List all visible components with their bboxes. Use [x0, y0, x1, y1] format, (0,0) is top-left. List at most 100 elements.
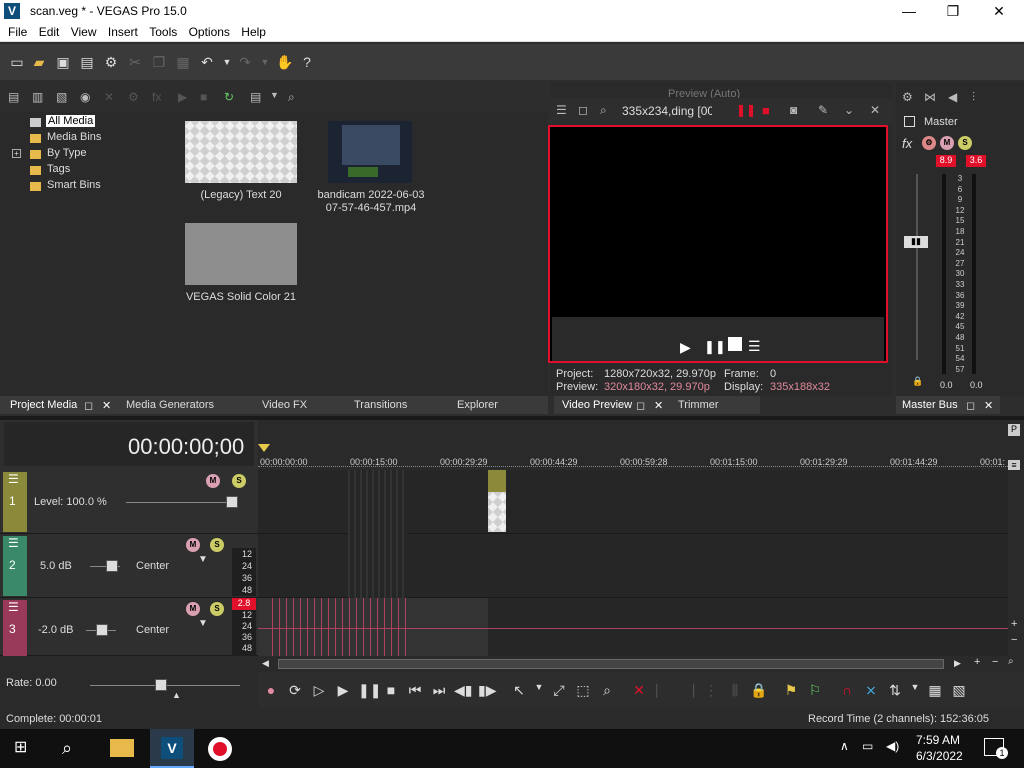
solo-track-icon[interactable]: S — [210, 538, 224, 552]
mute-icon[interactable]: ⋈ — [924, 90, 936, 104]
new-icon[interactable]: ▭ — [8, 54, 26, 70]
views-icon[interactable]: ▤ — [250, 90, 261, 104]
pause-icon[interactable]: ❚❚ — [704, 339, 726, 355]
tab-video-fx[interactable]: Video FX — [262, 399, 307, 411]
zoom-out-icon[interactable]: − — [1011, 634, 1017, 646]
file-explorer-icon[interactable] — [110, 739, 134, 757]
play-icon[interactable]: ▶ — [334, 682, 352, 699]
close-preview-icon[interactable]: ✕ — [870, 103, 880, 117]
close-tab-icon[interactable]: ✕ — [654, 399, 663, 412]
split-screen-icon[interactable]: ◻ — [578, 103, 588, 117]
tab-media-generators[interactable]: Media Generators — [126, 399, 214, 411]
go-to-start-icon[interactable]: ⏮ — [406, 682, 424, 699]
volume-icon[interactable]: ◀) — [886, 739, 899, 753]
redo-icon[interactable]: ↷ — [236, 54, 254, 70]
play-icon[interactable]: ▶ — [680, 339, 691, 356]
track-header-3[interactable]: ☰ 3 M S -2.0 dB Center ▼ 2.8 12 24 36 48 — [0, 598, 258, 656]
menu-insert[interactable]: Insert — [104, 22, 142, 42]
solo-track-icon[interactable]: S — [232, 474, 246, 488]
menu-options[interactable]: Options — [185, 22, 234, 42]
volume-slider-knob[interactable] — [106, 560, 118, 572]
master-gear-icon[interactable]: ⚙ — [902, 90, 913, 104]
redo-dropdown-icon[interactable]: ▼ — [256, 54, 274, 70]
collapse-icon[interactable]: ⌄ — [844, 103, 854, 117]
save-as-icon[interactable]: ▤ — [78, 54, 96, 70]
trim-start-icon[interactable]: ⎸ — [654, 682, 672, 699]
lock-icon[interactable]: 🔒 — [912, 376, 923, 387]
tab-project-media[interactable]: Project Media — [10, 399, 77, 411]
mixer-icon[interactable]: ⫶ — [972, 90, 975, 105]
go-to-end-icon[interactable]: ⏭ — [430, 682, 448, 699]
volume-slider-knob[interactable] — [96, 624, 108, 636]
loop-playback-icon[interactable]: ⟳ — [286, 682, 304, 699]
snapping-icon[interactable]: ∩ — [838, 682, 856, 698]
track-header-1[interactable]: ☰ 1 M S Level: 100.0 % — [0, 470, 258, 534]
menu-icon[interactable]: ☰ — [556, 103, 567, 117]
clip-text-header[interactable] — [488, 470, 506, 492]
track-menu-icon[interactable]: ☰ — [8, 536, 19, 550]
envelope-tool-icon[interactable]: ⤢ — [550, 682, 568, 699]
tab-video-preview[interactable]: Video Preview — [562, 399, 632, 411]
taskbar-vegas[interactable]: V — [150, 729, 194, 768]
undo-icon[interactable]: ↶ — [198, 54, 216, 70]
import-media-icon[interactable]: ▤ — [8, 90, 19, 104]
capture-icon[interactable]: ▥ — [32, 90, 43, 104]
horizontal-scrollbar[interactable]: ◀ ▶ + − ⌕ — [258, 656, 1024, 672]
insert-region-icon[interactable]: ⚐ — [806, 682, 824, 699]
save-icon[interactable]: ▣ — [54, 54, 72, 70]
remove-icon[interactable]: ✕ — [104, 90, 114, 104]
insert-marker-icon[interactable]: ⚑ — [782, 682, 800, 699]
tab-master-bus[interactable]: Master Bus — [902, 399, 958, 411]
stop-preview-icon[interactable]: ■ — [200, 90, 207, 104]
copy-icon[interactable]: ❐ — [150, 54, 168, 70]
edit-tool-dropdown-icon[interactable]: ▼ — [530, 682, 548, 692]
zoom-preview-icon[interactable]: ⌕ — [600, 103, 607, 118]
bandicam-icon[interactable] — [208, 737, 232, 761]
tab-trimmer[interactable]: Trimmer — [678, 399, 719, 411]
menu-edit[interactable]: Edit — [35, 22, 64, 42]
zoom-out-h-icon[interactable]: − — [992, 656, 998, 668]
ignore-grouping-icon[interactable]: ⫼ — [726, 682, 744, 699]
normal-edit-tool-icon[interactable]: ↖ — [510, 682, 528, 699]
zoom-in-h-icon[interactable]: + — [974, 656, 980, 668]
zoom-in-icon[interactable]: + — [1011, 618, 1017, 630]
track-header-2[interactable]: ☰ 2 M S 5.0 dB Center ▼ 12 24 36 48 — [0, 534, 258, 598]
solo-master-icon[interactable]: S — [958, 136, 972, 150]
media-thumb-legacy-text[interactable] — [185, 121, 297, 183]
track-menu-icon[interactable]: ☰ — [8, 600, 19, 614]
paste-icon[interactable]: ▦ — [174, 54, 192, 70]
list-icon[interactable]: ☰ — [748, 338, 761, 355]
auto-crossfade-icon[interactable]: ⨯ — [862, 682, 880, 699]
fx-icon[interactable]: fx — [902, 136, 912, 151]
auto-preview-icon[interactable]: ↻ — [224, 90, 234, 104]
pencil-icon[interactable]: ✎ — [818, 103, 828, 117]
edit-tool-icon[interactable]: ✋ — [276, 54, 294, 70]
auto-ripple-icon[interactable]: ⇅ — [886, 682, 904, 699]
speaker-icon[interactable]: ◀ — [948, 90, 957, 104]
close-tab-icon[interactable]: ✕ — [102, 399, 111, 412]
tree-media-bins[interactable]: Media Bins — [47, 131, 101, 143]
mute-track-icon[interactable]: M — [186, 538, 200, 552]
master-fader-knob[interactable]: ▮▮ — [904, 236, 928, 248]
playhead-marker-icon[interactable] — [258, 444, 270, 452]
delete-icon[interactable]: ✕ — [630, 682, 648, 699]
zoom-edit-tool-icon[interactable]: ⌕ — [598, 682, 616, 699]
zoom-tool-icon[interactable]: ⌕ — [1008, 656, 1014, 667]
properties-gear-icon[interactable]: ⚙ — [102, 54, 120, 70]
mute-master-icon[interactable]: M — [940, 136, 954, 150]
views-dropdown-icon[interactable]: ▼ — [270, 90, 279, 100]
menu-view[interactable]: View — [67, 22, 101, 42]
pan-dropdown-icon[interactable]: ▼ — [198, 554, 208, 565]
open-icon[interactable]: ▰ — [30, 54, 48, 70]
tracks-area[interactable] — [258, 470, 1008, 656]
solo-track-icon[interactable]: S — [210, 602, 224, 616]
maximize-button[interactable]: ❐ — [930, 0, 976, 22]
stop-record-icon[interactable]: ■ — [762, 103, 770, 118]
cut-icon[interactable]: ✂ — [126, 54, 144, 70]
whats-this-help-icon[interactable]: ? — [298, 54, 316, 70]
media-thumb-bandicam[interactable] — [328, 121, 412, 183]
tree-by-type[interactable]: By Type — [47, 147, 87, 159]
selection-tool-icon[interactable]: ⬚ — [574, 682, 592, 699]
next-frame-icon[interactable]: ▮▶ — [478, 682, 496, 699]
master-checkbox[interactable] — [904, 116, 915, 127]
